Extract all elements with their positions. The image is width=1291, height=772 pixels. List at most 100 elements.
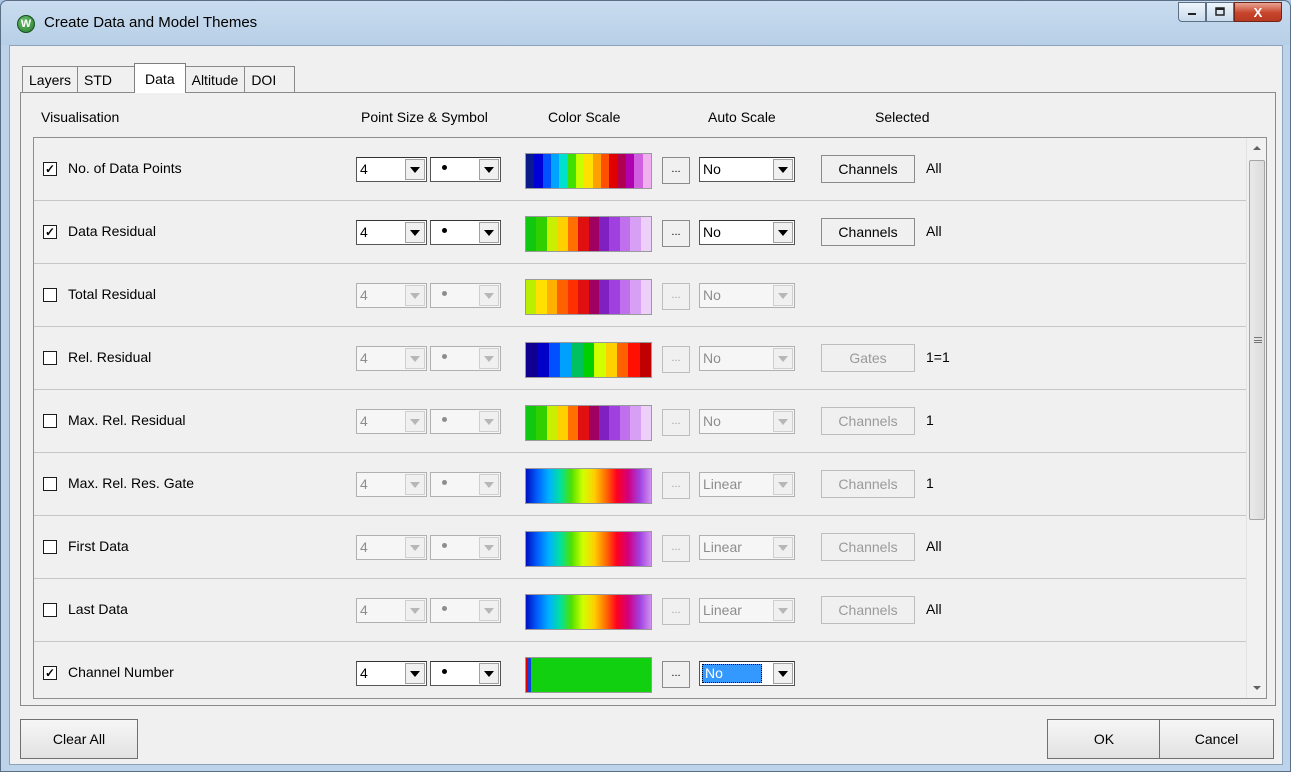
edit-color-scale-button[interactable]: ... (662, 598, 690, 625)
chevron-down-icon[interactable] (479, 348, 499, 369)
point-size-select[interactable]: 4 (356, 661, 427, 686)
auto-scale-select[interactable]: No (699, 220, 795, 245)
edit-color-scale-button[interactable]: ... (662, 472, 690, 499)
select-channels-button[interactable]: Channels (821, 407, 915, 435)
chevron-down-icon[interactable] (773, 537, 793, 558)
visible-checkbox[interactable]: ✓ (43, 225, 57, 239)
chevron-down-icon[interactable] (773, 474, 793, 495)
point-size-select[interactable]: 4 (356, 409, 427, 434)
visible-checkbox[interactable]: ✓ (43, 666, 57, 680)
tab-altitude[interactable]: Altitude (184, 66, 246, 92)
chevron-down-icon[interactable] (773, 663, 793, 684)
visible-checkbox[interactable]: ✓ (43, 162, 57, 176)
symbol-select[interactable] (430, 535, 501, 560)
symbol-select[interactable] (430, 346, 501, 371)
chevron-down-icon[interactable] (773, 411, 793, 432)
chevron-down-icon[interactable] (405, 411, 425, 432)
clear-all-button[interactable]: Clear All (20, 719, 138, 759)
chevron-down-icon[interactable] (405, 159, 425, 180)
color-scale-swatch[interactable] (525, 153, 652, 189)
auto-scale-select[interactable]: No (699, 157, 795, 182)
edit-color-scale-button[interactable]: ... (662, 409, 690, 436)
select-channels-button[interactable]: Channels (821, 596, 915, 624)
select-channels-button[interactable]: Channels (821, 470, 915, 498)
vertical-scrollbar[interactable] (1246, 138, 1266, 698)
scroll-thumb[interactable] (1249, 160, 1265, 520)
symbol-select[interactable] (430, 157, 501, 182)
auto-scale-select[interactable]: Linear (699, 535, 795, 560)
auto-scale-select[interactable]: Linear (699, 472, 795, 497)
chevron-down-icon[interactable] (773, 348, 793, 369)
visible-checkbox[interactable] (43, 288, 57, 302)
auto-scale-select[interactable]: No (699, 409, 795, 434)
minimize-button[interactable] (1178, 2, 1206, 22)
title-bar[interactable]: W Create Data and Model Themes X (1, 1, 1290, 45)
color-scale-swatch[interactable] (525, 405, 652, 441)
auto-scale-select[interactable]: No (699, 346, 795, 371)
edit-color-scale-button[interactable]: ... (662, 535, 690, 562)
chevron-down-icon[interactable] (479, 474, 499, 495)
edit-color-scale-button[interactable]: ... (662, 157, 690, 184)
color-scale-swatch[interactable] (525, 468, 652, 504)
point-size-select[interactable]: 4 (356, 157, 427, 182)
tab-layers[interactable]: Layers (22, 66, 79, 92)
color-scale-swatch[interactable] (525, 342, 652, 378)
chevron-down-icon[interactable] (773, 222, 793, 243)
point-size-select[interactable]: 4 (356, 598, 427, 623)
chevron-down-icon[interactable] (405, 474, 425, 495)
symbol-select[interactable] (430, 661, 501, 686)
visible-checkbox[interactable] (43, 477, 57, 491)
edit-color-scale-button[interactable]: ... (662, 283, 690, 310)
visible-checkbox[interactable] (43, 351, 57, 365)
chevron-down-icon[interactable] (479, 537, 499, 558)
tab-data[interactable]: Data (134, 63, 186, 93)
chevron-down-icon[interactable] (773, 600, 793, 621)
color-scale-swatch[interactable] (525, 216, 652, 252)
point-size-select[interactable]: 4 (356, 535, 427, 560)
symbol-select[interactable] (430, 220, 501, 245)
ok-button[interactable]: OK (1047, 719, 1161, 759)
chevron-down-icon[interactable] (773, 159, 793, 180)
visible-checkbox[interactable] (43, 603, 57, 617)
close-button[interactable]: X (1234, 2, 1282, 22)
point-size-select[interactable]: 4 (356, 472, 427, 497)
chevron-down-icon[interactable] (405, 600, 425, 621)
point-size-select[interactable]: 4 (356, 346, 427, 371)
chevron-down-icon[interactable] (479, 663, 499, 684)
color-scale-swatch[interactable] (525, 279, 652, 315)
auto-scale-select[interactable]: No (699, 283, 795, 308)
tab-doi[interactable]: DOI (244, 66, 296, 92)
scroll-up-icon[interactable] (1247, 138, 1266, 158)
chevron-down-icon[interactable] (405, 222, 425, 243)
edit-color-scale-button[interactable]: ... (662, 346, 690, 373)
chevron-down-icon[interactable] (479, 222, 499, 243)
chevron-down-icon[interactable] (479, 600, 499, 621)
point-size-select[interactable]: 4 (356, 220, 427, 245)
tab-std[interactable]: STD (77, 66, 136, 92)
chevron-down-icon[interactable] (479, 285, 499, 306)
select-channels-button[interactable]: Channels (821, 218, 915, 246)
select-channels-button[interactable]: Channels (821, 155, 915, 183)
chevron-down-icon[interactable] (405, 348, 425, 369)
select-channels-button[interactable]: Channels (821, 533, 915, 561)
cancel-button[interactable]: Cancel (1159, 719, 1274, 759)
color-scale-swatch[interactable] (525, 531, 652, 567)
chevron-down-icon[interactable] (479, 159, 499, 180)
symbol-select[interactable] (430, 409, 501, 434)
chevron-down-icon[interactable] (479, 411, 499, 432)
maximize-button[interactable] (1206, 2, 1234, 22)
visible-checkbox[interactable] (43, 414, 57, 428)
chevron-down-icon[interactable] (405, 537, 425, 558)
visible-checkbox[interactable] (43, 540, 57, 554)
symbol-select[interactable] (430, 283, 501, 308)
chevron-down-icon[interactable] (405, 285, 425, 306)
edit-color-scale-button[interactable]: ... (662, 220, 690, 247)
point-size-select[interactable]: 4 (356, 283, 427, 308)
edit-color-scale-button[interactable]: ... (662, 661, 690, 688)
auto-scale-select[interactable]: No (699, 661, 795, 686)
select-channels-button[interactable]: Gates (821, 344, 915, 372)
color-scale-swatch[interactable] (525, 594, 652, 630)
scroll-down-icon[interactable] (1247, 678, 1266, 698)
chevron-down-icon[interactable] (405, 663, 425, 684)
color-scale-swatch[interactable] (525, 657, 652, 693)
